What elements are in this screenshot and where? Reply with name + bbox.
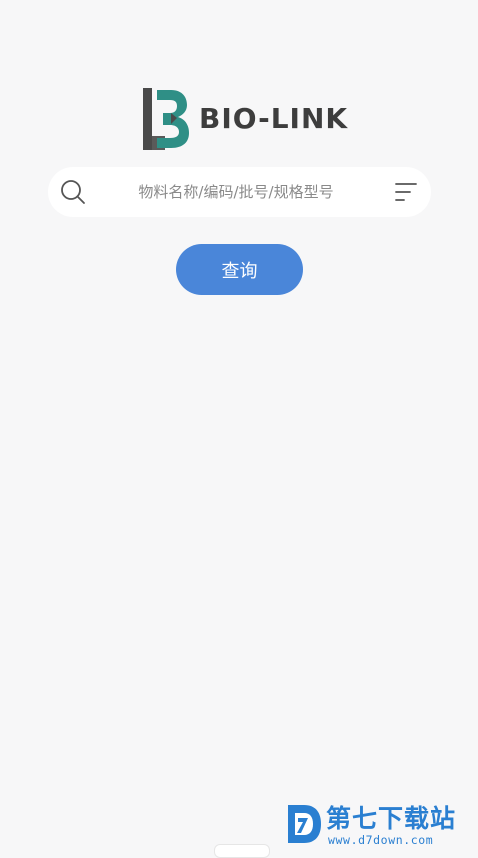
filter-icon[interactable]	[394, 181, 418, 203]
home-indicator[interactable]	[214, 844, 270, 858]
bio-link-logo-icon	[143, 88, 189, 150]
search-input[interactable]	[116, 175, 356, 209]
query-button[interactable]: 查询	[176, 244, 303, 295]
site-watermark: 第七下载站 www.d7down.com	[284, 799, 474, 849]
brand-logo: BIO-LINK	[143, 88, 347, 150]
watermark-title: 第七下载站	[326, 804, 457, 833]
d7-logo-icon	[288, 805, 321, 843]
watermark-url: www.d7down.com	[328, 833, 434, 847]
logo-text: BIO-LINK	[199, 102, 349, 135]
search-bar	[48, 167, 431, 217]
search-icon[interactable]	[60, 179, 86, 205]
